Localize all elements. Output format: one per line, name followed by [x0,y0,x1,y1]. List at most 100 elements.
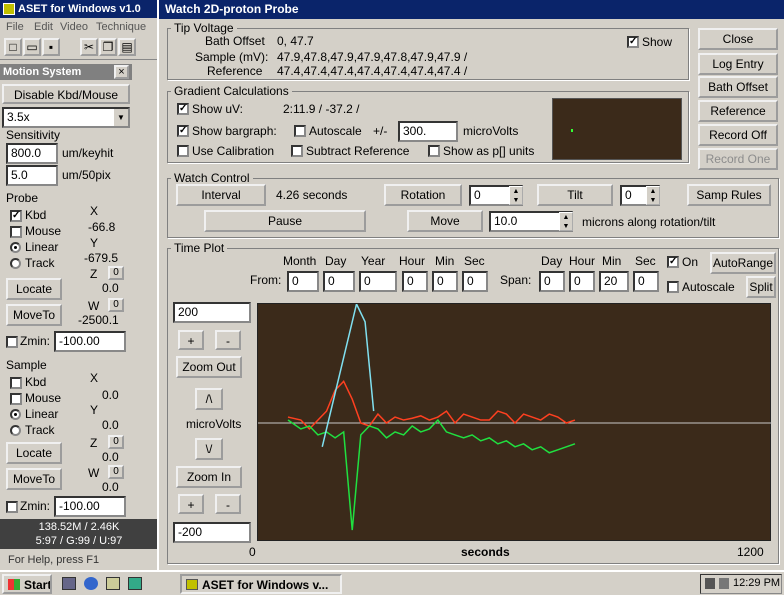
split-button[interactable]: Split [746,276,776,298]
sample-zmin-checkbox[interactable] [6,501,18,513]
show-uv-checkbox[interactable]: ✓ [177,103,189,115]
save-icon[interactable]: ▪ [42,38,60,56]
move-button[interactable]: Move [407,210,483,232]
record-one-button[interactable]: Record One [698,148,778,170]
range-input[interactable]: 300. [398,121,458,142]
um-keyhit-input[interactable]: 800.0 [6,143,58,164]
probe-kbd-checkbox[interactable]: ✓ [10,210,22,222]
sample-locate-button[interactable]: Locate [6,442,62,464]
motion-close-icon[interactable]: × [114,65,129,79]
bottom-minus-button[interactable]: - [215,494,241,514]
sample-moveto-button[interactable]: MoveTo [6,468,62,490]
tilt-button[interactable]: Tilt [537,184,613,206]
probe-moveto-button[interactable]: MoveTo [6,304,62,326]
scroll-up-button[interactable]: /\ [195,388,223,410]
show-checkbox[interactable]: ✓ [627,36,639,48]
span-day-input[interactable]: 0 [539,271,565,292]
log-entry-button[interactable]: Log Entry [698,53,778,75]
tilt-spinner[interactable]: ▲ ▼ [646,186,660,205]
paste-icon[interactable]: ▤ [118,38,136,56]
autoscale-plot-checkbox[interactable] [667,281,679,293]
from-day-input[interactable]: 0 [323,271,355,292]
zoom-out-button[interactable]: Zoom Out [176,356,242,378]
show-bargraph-checkbox[interactable]: ✓ [177,125,189,137]
y-top-input[interactable]: 200 [173,302,251,323]
sample-z-label: Z [90,436,98,450]
um-50pix-input[interactable]: 5.0 [6,165,58,186]
aset-title-bar[interactable]: ASET for Windows v1.0 [0,0,158,18]
windows-logo-icon [8,579,20,590]
time-plot-area[interactable] [257,303,772,541]
span-min-input[interactable]: 20 [599,271,629,292]
copy-icon[interactable]: ❐ [99,38,117,56]
top-minus-button[interactable]: - [215,330,241,350]
quicklaunch-mail-icon[interactable] [106,577,120,590]
bottom-plus-button[interactable]: + [178,494,204,514]
sample-zmin-input[interactable]: -100.00 [54,496,126,517]
sample-kbd-checkbox[interactable] [10,377,22,389]
tray-volume-icon[interactable] [719,578,729,589]
sample-z-small-button[interactable]: 0 [108,435,124,449]
from-sec-input[interactable]: 0 [462,271,488,292]
interval-button[interactable]: Interval [176,184,266,206]
open-folder-icon[interactable]: ▭ [23,38,41,56]
sample-z-value: 0.0 [102,450,119,464]
autoscale-bar-checkbox[interactable] [294,125,306,137]
show-as-p-checkbox[interactable] [428,145,440,157]
probe-mouse-checkbox[interactable] [10,226,22,238]
probe-z-small-button[interactable]: 0 [108,266,124,280]
record-off-button[interactable]: Record Off [698,124,778,146]
from-month-input[interactable]: 0 [287,271,319,292]
taskbar-aset-button[interactable]: ASET for Windows v... [180,574,342,594]
from-min-input[interactable]: 0 [432,271,458,292]
sample-track-radio[interactable] [10,425,21,436]
probe-linear-radio[interactable] [10,242,21,253]
sample-w-small-button[interactable]: 0 [108,465,124,479]
chevron-down-icon[interactable]: ▼ [114,109,128,126]
cut-icon[interactable]: ✂ [80,38,98,56]
menu-technique[interactable]: Technique [96,19,146,35]
use-calibration-checkbox[interactable] [177,145,189,157]
probe-zmin-input[interactable]: -100.00 [54,331,126,352]
probe-zmin-checkbox[interactable] [6,336,18,348]
probe-w-small-button[interactable]: 0 [108,298,124,312]
move-spinner[interactable]: ▲ ▼ [559,212,573,231]
from-hour-input[interactable]: 0 [402,271,428,292]
quicklaunch-browser-icon[interactable] [84,577,98,590]
samp-rules-button[interactable]: Samp Rules [687,184,771,206]
new-file-icon[interactable]: □ [4,38,22,56]
autorange-button[interactable]: AutoRange [710,252,776,274]
probe-track-radio[interactable] [10,258,21,269]
span-hour-input[interactable]: 0 [569,271,595,292]
zoom-select[interactable]: 3.5x ▼ [2,107,130,128]
disable-kbd-mouse-button[interactable]: Disable Kbd/Mouse [2,84,130,104]
top-plus-button[interactable]: + [178,330,204,350]
on-checkbox[interactable]: ✓ [667,256,679,268]
probe-title-bar[interactable]: Watch 2D-proton Probe [159,0,784,19]
pause-button[interactable]: Pause [204,210,366,232]
rotation-spinner[interactable]: ▲ ▼ [509,186,523,205]
sample-linear-radio[interactable] [10,409,21,420]
task-app-icon [186,579,198,590]
menu-file[interactable]: File [6,19,24,35]
sample-mouse-checkbox[interactable] [10,393,22,405]
rotation-button[interactable]: Rotation [384,184,462,206]
bath-offset-button[interactable]: Bath Offset [698,76,778,98]
probe-title: Watch 2D-proton Probe [165,2,299,16]
y-bottom-input[interactable]: -200 [173,522,251,543]
tray-network-icon[interactable] [705,578,715,589]
subtract-reference-checkbox[interactable] [291,145,303,157]
probe-locate-button[interactable]: Locate [6,278,62,300]
scroll-down-button[interactable]: \/ [195,438,223,460]
start-button[interactable]: Start [2,574,52,594]
reference-button[interactable]: Reference [698,100,778,122]
menu-video[interactable]: Video [60,19,88,35]
zoom-in-button[interactable]: Zoom In [176,466,242,488]
menu-edit[interactable]: Edit [34,19,53,35]
motion-system-title-bar[interactable]: Motion System [0,64,132,80]
quicklaunch-channel-icon[interactable] [128,577,142,590]
quicklaunch-desktop-icon[interactable] [62,577,76,590]
from-year-input[interactable]: 0 [359,271,397,292]
span-sec-input[interactable]: 0 [633,271,659,292]
close-button[interactable]: Close [698,28,778,50]
